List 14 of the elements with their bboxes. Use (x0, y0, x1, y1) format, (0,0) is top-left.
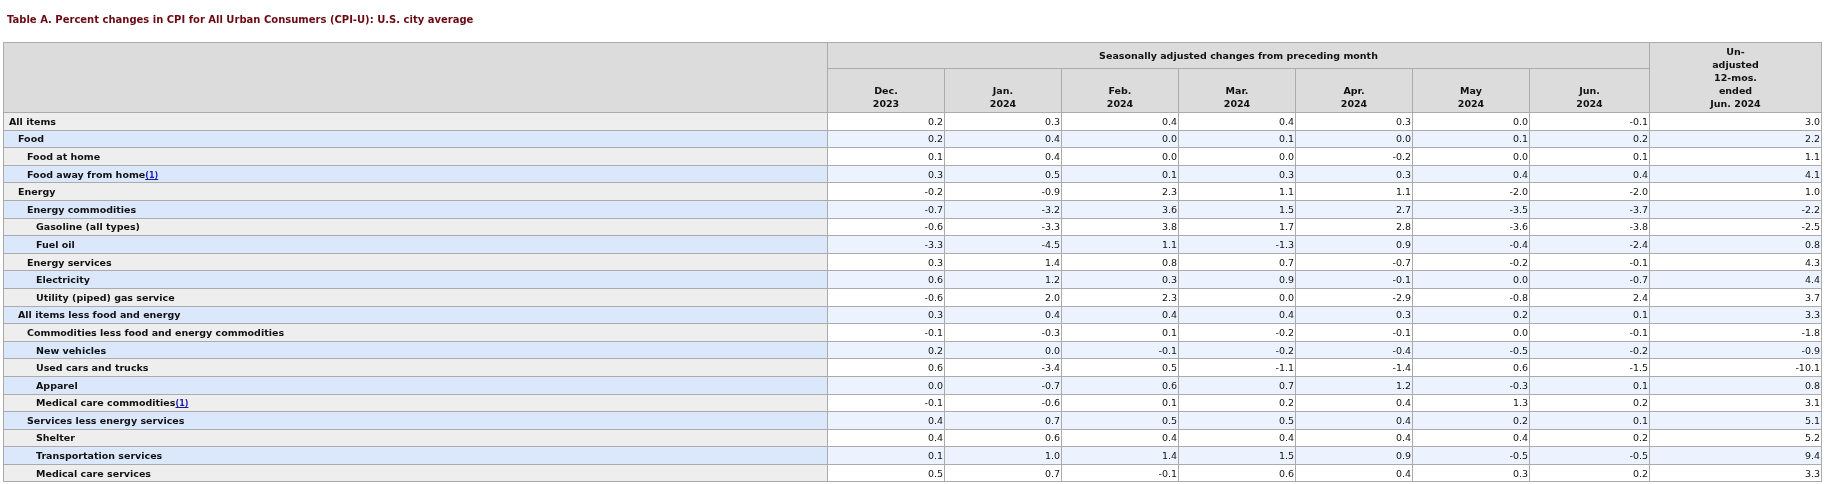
table-title: Table A. Percent changes in CPI for All Urban Consumers (CPI-U): U.S. city average (7, 14, 474, 25)
column-header: May 2024 (1412, 68, 1530, 113)
column-group-header: Seasonally adjusted changes from preceding month (827, 42, 1650, 69)
column-header: Un- adjusted 12-mos. ended Jun. 2024 (1649, 42, 1822, 113)
column-header: Apr. 2024 (1295, 68, 1413, 113)
column-header: Mar. 2024 (1178, 68, 1296, 113)
column-header: Jun. 2024 (1529, 68, 1650, 113)
footnote-link[interactable]: (1) (145, 170, 159, 180)
row-label: Food away from home (27, 168, 146, 180)
column-header: Dec. 2023 (827, 68, 945, 113)
footnote-link[interactable]: (1) (175, 399, 189, 409)
column-header: Feb. 2024 (1061, 68, 1179, 113)
column-header: Jan. 2024 (944, 68, 1062, 113)
row-label: Medical care commodities (36, 397, 176, 409)
